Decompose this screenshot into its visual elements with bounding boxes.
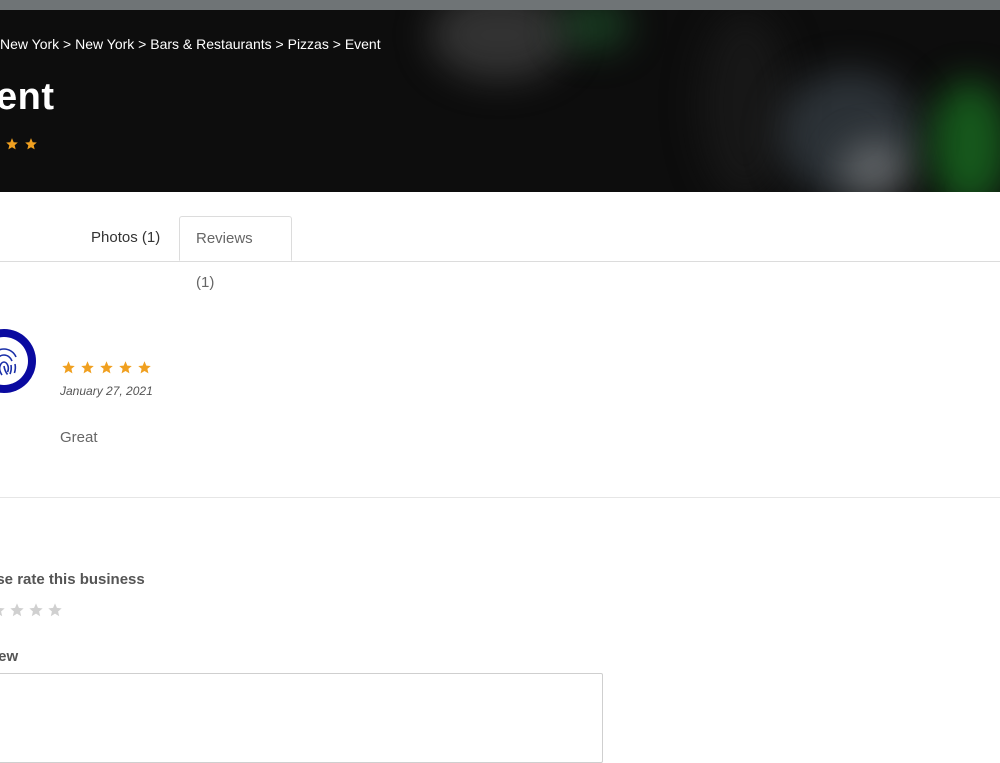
tab-bar: Photos (1) Reviews (1) [0,216,1000,291]
breadcrumb-link[interactable]: Bars & Restaurants [150,36,271,52]
hero-background-blur [430,10,570,80]
divider [0,497,1000,498]
review-rating [61,359,156,377]
reviewer-avatar [0,329,36,393]
hero-background-blur [840,140,910,192]
star-icon [61,360,76,375]
breadcrumb-current: Event [344,36,381,52]
rate-prompt: ase rate this business [0,571,145,588]
review-field-label: iew [0,648,19,665]
star-icon [5,137,19,151]
rating-input[interactable] [0,601,66,619]
tab-reviews[interactable]: Reviews (1) [179,216,292,291]
page-title: ent [0,76,55,118]
breadcrumb-link[interactable]: Pizzas [288,36,329,52]
breadcrumb-separator: > [332,36,341,52]
review-text: Great [60,429,98,446]
breadcrumb-separator: > [63,36,72,52]
star-icon [118,360,133,375]
breadcrumb-link[interactable]: New York [0,36,59,52]
star-icon [99,360,114,375]
star-empty-icon[interactable] [9,602,25,618]
breadcrumb: New York > New York > Bars & Restaurants… [0,36,381,52]
breadcrumb-link[interactable]: New York [75,36,134,52]
hero-background-blur [700,10,790,192]
hero-background-blur [560,10,630,50]
breadcrumb-separator: > [275,36,284,52]
breadcrumb-separator: > [138,36,147,52]
hero-banner: New York > New York > Bars & Restaurants… [0,10,1000,192]
star-icon [24,137,38,151]
top-strip [0,0,1000,10]
fingerprint-icon [0,348,17,376]
star-icon [80,360,95,375]
hero-background-blur [930,80,1000,192]
star-empty-icon[interactable] [47,602,63,618]
review-date: January 27, 2021 [60,384,153,398]
star-empty-icon[interactable] [28,602,44,618]
business-rating [0,135,43,153]
star-empty-icon[interactable] [0,602,6,618]
star-icon [137,360,152,375]
tab-photos[interactable]: Photos (1) [75,216,176,260]
